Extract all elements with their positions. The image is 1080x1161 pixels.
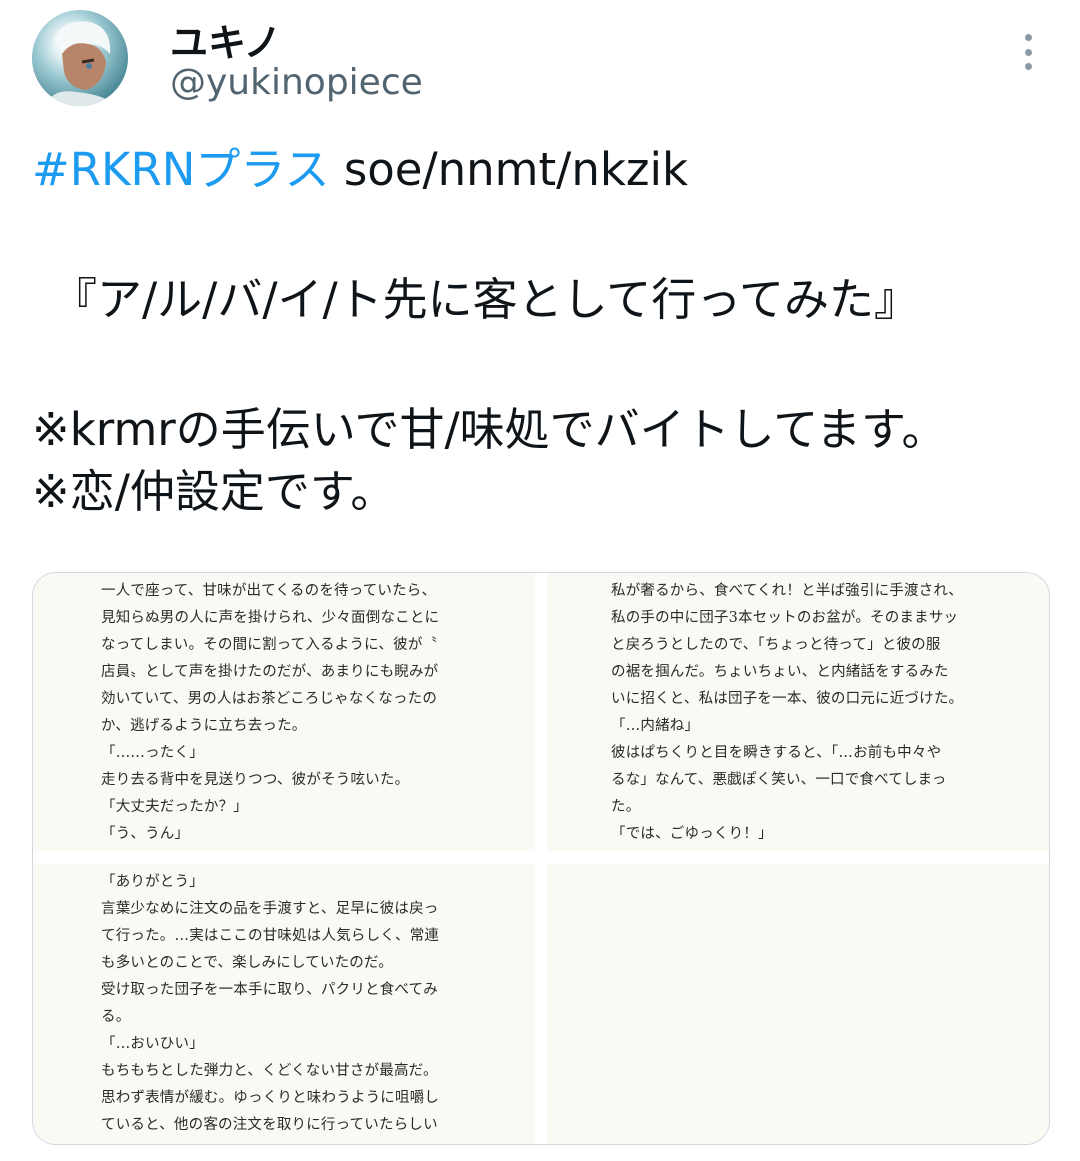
tweet-note-2: ※恋/仲設定です。 [32,465,396,518]
text-line: た。 [611,799,641,815]
avatar[interactable] [32,10,128,106]
more-vertical-icon [1024,34,1032,41]
text-line: 「ありがとう」 [101,874,204,890]
text-line: 「う、うん」 [101,826,190,842]
text-line: 彼はぱちくりと目を瞬きすると、「…お前も中々や [611,745,942,761]
more-vertical-icon-dot [1024,48,1032,56]
text-line: 一人で座って、甘味が出てくるのを待っていたら、 [101,583,437,599]
text-line: なってしまい。その間に割って入るように、彼が〝 [101,637,438,653]
text-line: 言葉少なめに注文の品を手渡すと、足早に彼は戻っ [101,901,439,917]
text-line: 受け取った団子を一本手に取り、パクリと食べてみ [101,982,438,998]
text-line: 「…内緒ね」 [611,718,700,734]
tweet-title: 『ア/ル/バ/イ/ト先に客として行ってみた』 [52,273,920,326]
more-options-button[interactable] [1010,30,1046,74]
text-line: も多いとのことで、楽しみにしていたのだ。 [101,955,393,971]
text-line: 「……ったく」 [101,745,204,761]
text-line: 走り去る背中を見送りつつ、彼がそう呟いた。 [101,772,410,788]
media-image-4[interactable] [547,864,1049,1144]
text-line: か、逃げるように立ち去った。 [101,718,307,734]
text-line: もちもちとした弾力と、くどくない甘さが最高だ。 [101,1063,438,1079]
hashtag-link[interactable]: #RKRNプラス [32,143,330,196]
text-line: 見知らぬ男の人に声を掛けられ、少々面倒なことに [101,610,440,626]
text-line: 店員〟として声を掛けたのだが、あまりにも睨みが [101,664,439,680]
pairing-text: soe/nnmt/nkzik [329,143,689,196]
text-line: て行った。…実はここの甘味処は人気らしく、常連 [101,928,440,944]
anime-character-avatar-icon [46,21,118,106]
text-line: と戻ろうとしたので、「ちょっと待って」と彼の服 [611,637,941,653]
text-line: ていると、他の客の注文を取りに行っていたらしい [101,1117,438,1133]
media-grid: 一人で座って、甘味が出てくるのを待っていたら、 見知らぬ男の人に声を掛けられ、少… [32,572,1050,1145]
text-line: 効いていて、男の人はお茶どころじゃなくなったの [101,691,438,707]
text-line: 思わず表情が緩む。ゆっくりと味わうように咀嚼し [101,1090,440,1106]
text-line: 「大丈夫だったか？」 [101,799,248,815]
text-line: 「では、ごゆっくり！」 [611,826,773,842]
tweet-note-1: ※krmrの手伝いで甘/味処でバイトしてます。 [32,403,947,456]
text-line: るな」なんて、悪戯ぽく笑い、一口で食べてしまっ [611,772,947,788]
user-handle[interactable]: @yukinopiece [170,62,423,103]
media-image-3[interactable]: 「ありがとう」 言葉少なめに注文の品を手渡すと、足早に彼は戻っ て行った。…実は… [33,864,535,1144]
media-image-2[interactable]: 私が奢るから、食べてくれ！と半ば強引に手渡され、 私の手の中に団子3本セットのお… [547,573,1049,851]
media-image-1[interactable]: 一人で座って、甘味が出てくるのを待っていたら、 見知らぬ男の人に声を掛けられ、少… [33,573,535,851]
tweet-hashtag-line: #RKRNプラス soe/nnmt/nkzik [32,140,688,200]
text-line: る。 [101,1009,131,1025]
text-line: の裾を掴んだ。ちょいちょい、と内緒話をするみた [611,664,949,680]
text-line: 「…おいひい」 [101,1036,204,1052]
text-line: いに招くと、私は団子を一本、彼の口元に近づけた。 [611,691,964,707]
more-vertical-icon-dot [1024,63,1032,70]
text-line: 私の手の中に団子3本セットのお盆が。そのままサッ [611,610,959,626]
text-line: 私が奢るから、食べてくれ！と半ば強引に手渡され、 [611,583,963,599]
display-name[interactable]: ユキノ [170,12,281,67]
